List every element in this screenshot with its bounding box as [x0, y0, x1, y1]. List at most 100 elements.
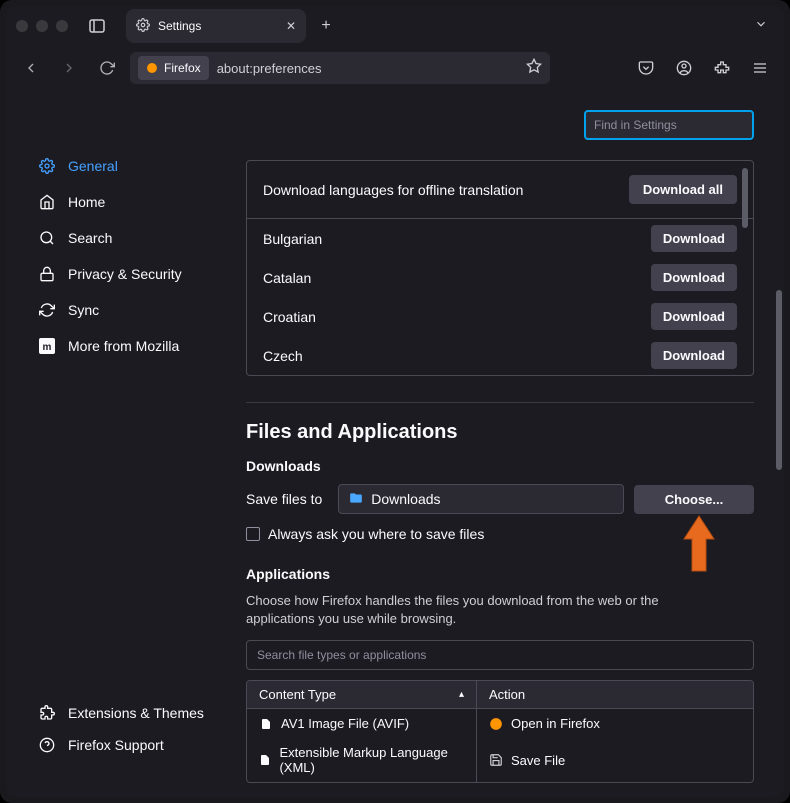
- always-ask-checkbox-row[interactable]: Always ask you where to save files: [246, 526, 754, 542]
- language-name: Czech: [263, 348, 303, 364]
- account-icon[interactable]: [670, 54, 698, 82]
- forward-button[interactable]: [54, 53, 84, 83]
- page-scrollbar[interactable]: [776, 290, 782, 470]
- sidebar-item-home[interactable]: Home: [30, 186, 224, 218]
- table-row[interactable]: Extensible Markup Language (XML) Save Fi…: [247, 738, 753, 782]
- find-in-settings-input[interactable]: Find in Settings: [584, 110, 754, 140]
- browser-tab[interactable]: Settings ✕: [126, 9, 306, 43]
- close-window-button[interactable]: [16, 20, 28, 32]
- language-row: Catalan Download: [247, 258, 753, 297]
- mozilla-icon: m: [38, 338, 56, 354]
- download-folder-field[interactable]: Downloads: [338, 484, 624, 514]
- firefox-icon: [489, 717, 503, 731]
- minimize-window-button[interactable]: [36, 20, 48, 32]
- sync-icon: [38, 302, 56, 318]
- downloads-heading: Downloads: [246, 458, 754, 474]
- url-text: about:preferences: [217, 61, 322, 76]
- sidebar-item-extensions[interactable]: Extensions & Themes: [30, 697, 224, 729]
- language-name: Bulgarian: [263, 231, 322, 247]
- applications-description: Choose how Firefox handles the files you…: [246, 592, 706, 628]
- checkbox-icon[interactable]: [246, 527, 260, 541]
- panel-scrollbar[interactable]: [742, 168, 748, 228]
- help-icon: [38, 737, 56, 753]
- choose-folder-button[interactable]: Choose...: [634, 485, 754, 514]
- language-name: Croatian: [263, 309, 316, 325]
- sidebar-item-label: Sync: [68, 302, 99, 318]
- sidebar-toggle-icon[interactable]: [84, 13, 110, 39]
- search-placeholder: Find in Settings: [594, 118, 677, 132]
- sidebar-item-label: General: [68, 158, 118, 174]
- new-tab-button[interactable]: +: [312, 12, 340, 40]
- translation-languages-panel: Download languages for offline translati…: [246, 160, 754, 376]
- puzzle-icon: [38, 705, 56, 721]
- action-cell: Save File: [511, 753, 565, 768]
- sidebar-item-label: Home: [68, 194, 105, 210]
- url-bar[interactable]: Firefox about:preferences: [130, 52, 550, 84]
- table-header: Content Type ▴ Action: [247, 681, 753, 709]
- window-controls: [16, 20, 68, 32]
- pocket-icon[interactable]: [632, 54, 660, 82]
- applications-heading: Applications: [246, 566, 754, 582]
- save-files-to-label: Save files to: [246, 491, 322, 507]
- language-name: Catalan: [263, 270, 311, 286]
- column-content-type[interactable]: Content Type ▴: [247, 681, 477, 708]
- download-all-button[interactable]: Download all: [629, 175, 737, 204]
- section-divider: [246, 402, 754, 403]
- app-menu-icon[interactable]: [746, 54, 774, 82]
- download-folder-name: Downloads: [371, 491, 440, 507]
- file-icon: [259, 753, 271, 767]
- download-language-button[interactable]: Download: [651, 342, 737, 369]
- sidebar-item-sync[interactable]: Sync: [30, 294, 224, 326]
- firefox-logo-icon: [146, 62, 158, 74]
- download-language-button[interactable]: Download: [651, 264, 737, 291]
- sidebar-item-general[interactable]: General: [30, 150, 224, 182]
- language-row: Czech Download: [247, 336, 753, 375]
- table-row[interactable]: AV1 Image File (AVIF) Open in Firefox: [247, 709, 753, 738]
- search-file-types-input[interactable]: Search file types or applications: [246, 640, 754, 670]
- content-type-cell: AV1 Image File (AVIF): [281, 716, 409, 731]
- save-icon: [489, 753, 503, 767]
- folder-icon: [349, 491, 363, 508]
- extensions-icon[interactable]: [708, 54, 736, 82]
- tab-title: Settings: [158, 19, 201, 33]
- reload-button[interactable]: [92, 53, 122, 83]
- settings-sidebar: General Home Search Privacy & Security S…: [6, 90, 236, 797]
- titlebar: Settings ✕ +: [6, 6, 784, 46]
- svg-text:m: m: [43, 342, 52, 353]
- back-button[interactable]: [16, 53, 46, 83]
- identity-label: Firefox: [164, 61, 201, 75]
- always-ask-label: Always ask you where to save files: [268, 526, 484, 542]
- sidebar-item-label: Firefox Support: [68, 737, 164, 753]
- sidebar-item-search[interactable]: Search: [30, 222, 224, 254]
- applications-table: Content Type ▴ Action AV1 Image File (AV…: [246, 680, 754, 783]
- download-language-button[interactable]: Download: [651, 303, 737, 330]
- search-icon: [38, 230, 56, 246]
- sidebar-item-mozilla[interactable]: m More from Mozilla: [30, 330, 224, 362]
- gear-icon: [38, 158, 56, 174]
- sidebar-item-label: Extensions & Themes: [68, 705, 204, 721]
- content-type-cell: Extensible Markup Language (XML): [279, 745, 464, 775]
- column-action[interactable]: Action: [477, 681, 753, 708]
- panel-heading: Download languages for offline translati…: [263, 182, 523, 198]
- bookmark-star-icon[interactable]: [526, 58, 542, 79]
- sidebar-item-label: Search: [68, 230, 112, 246]
- download-language-button[interactable]: Download: [651, 225, 737, 252]
- settings-content: Find in Settings Download languages for …: [236, 90, 784, 797]
- sidebar-item-label: Privacy & Security: [68, 266, 182, 282]
- close-tab-button[interactable]: ✕: [286, 19, 296, 33]
- action-cell: Open in Firefox: [511, 716, 600, 731]
- lock-icon: [38, 266, 56, 282]
- gear-icon: [136, 18, 150, 35]
- language-row: Croatian Download: [247, 297, 753, 336]
- home-icon: [38, 194, 56, 210]
- sidebar-item-support[interactable]: Firefox Support: [30, 729, 224, 761]
- file-icon: [259, 717, 273, 731]
- toolbar: Firefox about:preferences: [6, 46, 784, 90]
- sidebar-item-privacy[interactable]: Privacy & Security: [30, 258, 224, 290]
- language-row: Bulgarian Download: [247, 219, 753, 258]
- sort-caret-icon: ▴: [459, 689, 464, 700]
- files-apps-heading: Files and Applications: [246, 421, 754, 444]
- identity-box[interactable]: Firefox: [138, 56, 209, 80]
- maximize-window-button[interactable]: [56, 20, 68, 32]
- list-tabs-button[interactable]: [754, 17, 768, 36]
